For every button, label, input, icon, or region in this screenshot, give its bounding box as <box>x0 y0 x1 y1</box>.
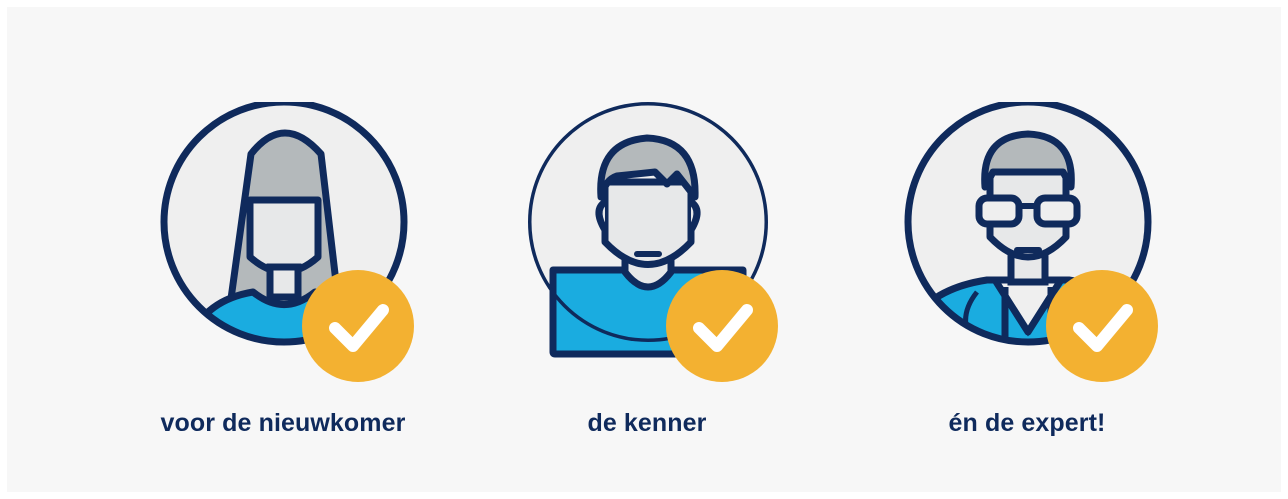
persona-connoisseur: de kenner <box>497 102 797 462</box>
persona-newcomer: voor de nieuwkomer <box>133 102 433 462</box>
persona-label: én de expert! <box>948 409 1106 437</box>
checkmark-badge-icon <box>302 270 414 382</box>
persona-label: de kenner <box>587 409 707 437</box>
woman-avatar-icon <box>160 102 414 382</box>
checkmark-badge-icon <box>666 270 778 382</box>
persona-label: voor de nieuwkomer <box>160 409 406 437</box>
checkmark-badge-icon <box>1046 270 1158 382</box>
persona-expert: én de expert! <box>877 102 1177 462</box>
man-avatar-icon <box>528 102 778 382</box>
personas-panel: voor de nieuwkomer de kenner én de exper… <box>7 7 1281 492</box>
doctor-with-glasses-icon <box>904 102 1158 382</box>
